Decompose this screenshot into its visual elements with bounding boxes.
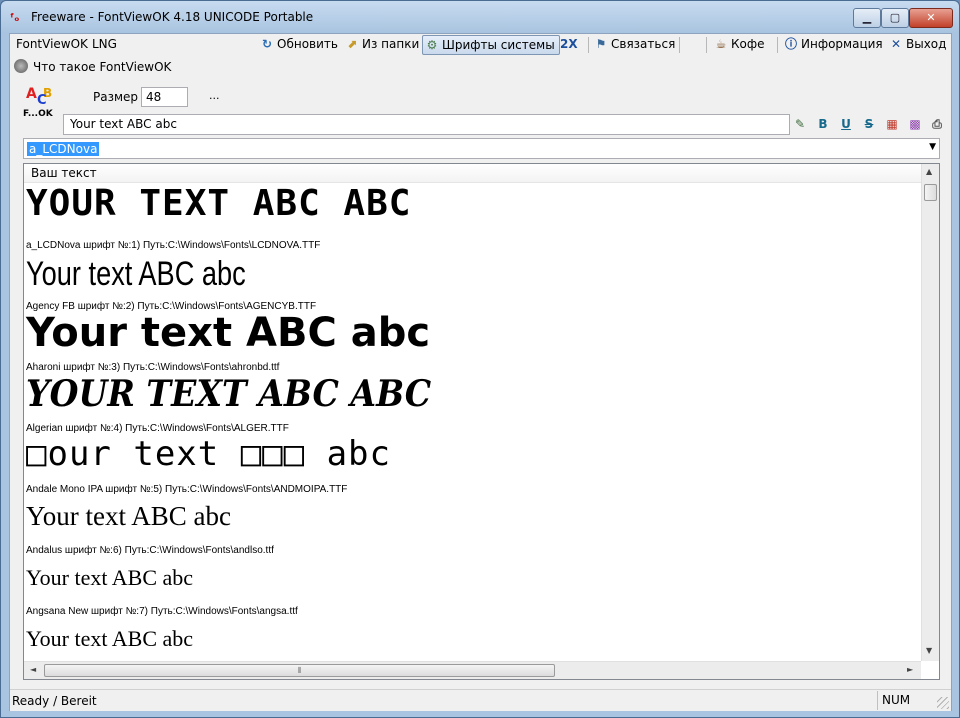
num-lock-indicator: NUM bbox=[877, 691, 927, 710]
whatis-label: Что такое FontViewOK bbox=[33, 60, 172, 74]
coffee-icon: ☕ bbox=[715, 37, 727, 51]
scroll-down-icon[interactable]: ▼ bbox=[926, 646, 932, 655]
system-fonts-icon: ⚙ bbox=[426, 38, 438, 52]
exit-label: Выход bbox=[906, 37, 947, 51]
font-sample-next: Your text ABC abc bbox=[26, 626, 194, 651]
system-fonts-button[interactable]: ⚙ Шрифты системы bbox=[422, 35, 560, 55]
horizontal-scrollbar[interactable]: ◄ ⦀ ► bbox=[24, 661, 921, 679]
close-button[interactable]: ✕ bbox=[909, 8, 953, 28]
size-options-button[interactable]: ... bbox=[209, 89, 220, 102]
coffee-button[interactable]: ☕ Кофе bbox=[712, 35, 769, 55]
logo-text: F...OK bbox=[23, 109, 53, 119]
client-area: FontViewOK LNG ↻ Обновить ⬈ Из папки ⚙ Шриф… bbox=[9, 33, 952, 711]
font-sample-agency-fb: Your text ABC abc bbox=[26, 255, 246, 293]
whatis-button[interactable]: Что такое FontViewOK bbox=[14, 58, 171, 76]
contact-label: Связаться bbox=[611, 37, 676, 51]
resize-grip-icon[interactable] bbox=[937, 697, 949, 709]
underline-icon[interactable]: U bbox=[838, 116, 854, 132]
contact-button[interactable]: ⚑ Связаться bbox=[592, 35, 679, 55]
system-fonts-label: Шрифты системы bbox=[442, 38, 555, 52]
contact-icon: ⚑ bbox=[595, 37, 607, 51]
coffee-label: Кофе bbox=[731, 37, 765, 51]
from-folder-button[interactable]: ⬈ Из папки bbox=[343, 35, 423, 55]
menu-lng[interactable]: LNG bbox=[92, 37, 117, 51]
font-info-andale-mono: Andale Mono IPA шрифт №:5) Путь:C:\Windo… bbox=[26, 484, 348, 495]
scroll-right-icon[interactable]: ► bbox=[907, 665, 913, 674]
refresh-button[interactable]: ↻ Обновить bbox=[258, 35, 342, 55]
app-window: ᶠₒ Freeware - FontViewOK 4.18 UNICODE Po… bbox=[0, 0, 960, 718]
scroll-left-icon[interactable]: ◄ bbox=[30, 665, 36, 674]
info-button[interactable]: ⓘ Информация bbox=[782, 35, 887, 55]
font-sample-andale-mono: □our text □□□ abc bbox=[26, 434, 391, 474]
horizontal-scroll-thumb[interactable]: ⦀ bbox=[44, 664, 555, 677]
font-sample-lcdnova: YOUR TEXT ABC ABC bbox=[26, 183, 412, 224]
status-text: Ready / Bereit bbox=[12, 694, 97, 708]
app-logo: A B C F...OK bbox=[23, 86, 57, 122]
font-sample-aharoni: Your text ABC abc bbox=[26, 310, 431, 356]
toolbar-separator bbox=[588, 37, 589, 53]
size-input[interactable]: 48 bbox=[141, 87, 188, 107]
exit-button[interactable]: ✕ Выход bbox=[887, 35, 950, 55]
sample-text-input[interactable]: Your text ABC abc bbox=[63, 114, 790, 135]
globe-icon bbox=[14, 59, 28, 73]
font-select-value: a_LCDNova bbox=[27, 142, 100, 156]
font-info-angsana-new: Angsana New шрифт №:7) Путь:C:\Windows\F… bbox=[26, 606, 298, 617]
strikethrough-icon[interactable]: S bbox=[861, 116, 877, 132]
scroll-up-icon[interactable]: ▲ bbox=[926, 167, 932, 176]
color-grid-icon[interactable]: ▦ bbox=[884, 116, 900, 132]
palette-icon[interactable]: ▩ bbox=[907, 116, 923, 132]
pen-icon[interactable]: ✎ bbox=[792, 116, 808, 132]
font-sample-andalus: Your text ABC abc bbox=[26, 501, 232, 531]
font-preview-list[interactable]: Ваш текст YOUR TEXT ABC ABC a_LCDNova шр… bbox=[23, 163, 940, 680]
two-x-button[interactable]: 2X bbox=[558, 35, 582, 55]
info-icon: ⓘ bbox=[784, 37, 797, 51]
font-info-andalus: Andalus шрифт №:6) Путь:C:\Windows\Fonts… bbox=[26, 545, 274, 556]
chevron-down-icon[interactable]: ▼ bbox=[929, 142, 936, 152]
title-bar[interactable]: ᶠₒ Freeware - FontViewOK 4.18 UNICODE Po… bbox=[1, 1, 959, 33]
vertical-scrollbar[interactable]: ▲ ▼ bbox=[921, 164, 939, 661]
font-select[interactable]: a_LCDNova ▼ bbox=[23, 138, 940, 159]
maximize-button[interactable]: ▢ bbox=[881, 8, 909, 28]
logo-letter-a: A bbox=[26, 86, 37, 102]
bold-icon[interactable]: B bbox=[815, 116, 831, 132]
toolbar-separator bbox=[706, 37, 707, 53]
menu-bar: FontViewOK LNG ↻ Обновить ⬈ Из папки ⚙ Шриф… bbox=[10, 34, 951, 56]
refresh-icon: ↻ bbox=[261, 37, 273, 51]
folder-icon: ⬈ bbox=[346, 37, 358, 51]
minimize-button[interactable]: ▁ bbox=[853, 8, 881, 28]
from-folder-label: Из папки bbox=[362, 37, 420, 51]
preview-header: Ваш текст bbox=[24, 164, 922, 183]
app-icon: ᶠₒ bbox=[10, 11, 20, 24]
printer-icon[interactable]: ⎙ bbox=[929, 116, 945, 132]
close-x-icon: ✕ bbox=[890, 37, 902, 51]
toolbar-separator bbox=[679, 37, 680, 53]
logo-letter-c: C bbox=[37, 93, 47, 108]
font-info-lcdnova: a_LCDNova шрифт №:1) Путь:C:\Windows\Fon… bbox=[26, 240, 321, 251]
toolbar-separator bbox=[777, 37, 778, 53]
font-sample-algerian: YOUR TEXT ABC ABC bbox=[26, 373, 432, 415]
info-label: Информация bbox=[801, 37, 883, 51]
status-bar: Ready / Bereit NUM bbox=[10, 689, 951, 711]
window-title: Freeware - FontViewOK 4.18 UNICODE Porta… bbox=[31, 10, 314, 24]
font-sample-angsana-new: Your text ABC abc bbox=[26, 565, 194, 590]
vertical-scroll-thumb[interactable] bbox=[924, 184, 937, 201]
refresh-label: Обновить bbox=[277, 37, 338, 51]
size-label: Размер bbox=[93, 90, 139, 104]
menu-fontviewok[interactable]: FontViewOK bbox=[16, 37, 88, 51]
